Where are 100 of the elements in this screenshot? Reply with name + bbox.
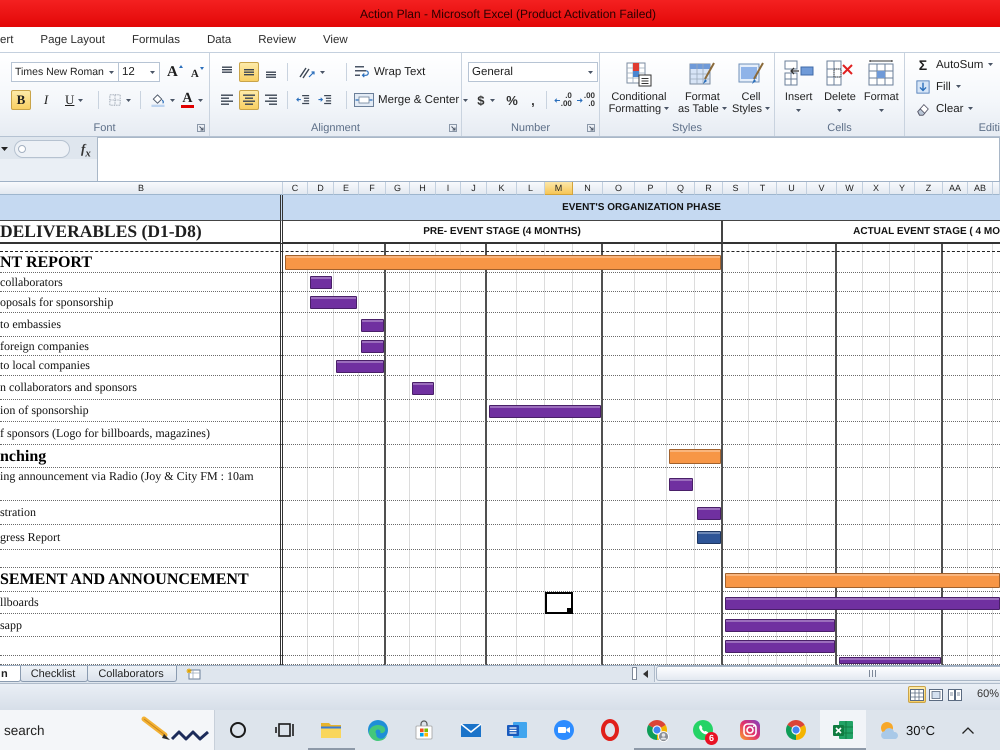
column-header[interactable]: R	[695, 182, 723, 195]
column-header[interactable]: N	[573, 182, 603, 195]
grip-icon	[869, 670, 876, 677]
grid-cross-icon	[824, 59, 855, 87]
underline-button[interactable]: U	[61, 90, 88, 110]
align-middle-button[interactable]	[239, 62, 259, 82]
clear-button[interactable]: Clear	[912, 99, 976, 118]
new-sheet-icon[interactable]	[186, 668, 202, 680]
normal-view-button[interactable]	[908, 686, 926, 703]
group-label: Number	[510, 122, 550, 134]
search-field[interactable]: search	[0, 710, 215, 750]
column-header[interactable]: U	[777, 182, 807, 195]
menu-tab[interactable]: Page Layout	[26, 27, 119, 52]
menu-tab[interactable]: Formulas	[118, 27, 194, 52]
column-header[interactable]: B	[0, 182, 283, 195]
grow-font-button[interactable]: A	[166, 62, 184, 82]
caret-icon	[722, 107, 727, 110]
delete-cells-button[interactable]: Delete	[820, 56, 860, 118]
merge-center-button[interactable]: Merge & Center	[351, 90, 472, 110]
chevron-up-icon[interactable]	[961, 726, 976, 734]
column-header[interactable]: T	[749, 182, 777, 195]
column-header[interactable]: J	[461, 182, 487, 195]
cell-styles-button[interactable]: Cell Styles	[731, 56, 771, 118]
column-header[interactable]: W	[837, 182, 863, 195]
align-middle-icon	[242, 66, 256, 78]
format-as-table-button[interactable]: Format as Table	[676, 56, 730, 118]
resize-handle[interactable]	[14, 140, 70, 158]
bold-button[interactable]: B	[11, 90, 31, 110]
right-arrow-icon	[576, 98, 583, 102]
camera-icon	[738, 718, 762, 742]
menu-tab[interactable]: ert	[0, 27, 27, 52]
column-header[interactable]: E	[334, 182, 359, 195]
align-center-button[interactable]	[239, 90, 259, 110]
column-header[interactable]: K	[487, 182, 517, 195]
left-arrow-icon	[554, 98, 560, 102]
sheet-tab[interactable]: n	[0, 666, 21, 682]
column-header[interactable]: Z	[915, 182, 943, 195]
caret-icon	[126, 98, 132, 102]
column-header[interactable]: I	[436, 182, 461, 195]
menu-tab[interactable]: Review	[244, 27, 310, 52]
scroll-left-icon[interactable]	[643, 670, 648, 678]
column-header[interactable]: G	[386, 182, 410, 195]
conditional-formatting-button[interactable]: Conditional Formatting	[604, 56, 674, 118]
column-header[interactable]: AB	[968, 182, 993, 195]
sheet-tab[interactable]: Checklist	[20, 666, 88, 682]
shrink-font-button[interactable]: A	[190, 62, 205, 82]
increase-decimal-button[interactable]: .0 .00	[552, 90, 573, 110]
menu-tab[interactable]: Data	[193, 27, 245, 52]
task-name: oposals for sponsorship	[0, 296, 114, 310]
dialog-launcher-icon[interactable]	[197, 124, 205, 132]
caret-icon[interactable]	[1, 147, 8, 151]
menu-tab[interactable]: View	[309, 27, 362, 52]
sheet-tab[interactable]: Collaborators	[87, 666, 177, 682]
wrap-text-button[interactable]: Wrap Text	[351, 62, 428, 82]
indent-left-icon	[296, 94, 310, 106]
active-cell-outline[interactable]	[545, 592, 573, 614]
column-header[interactable]: L	[517, 182, 545, 195]
percent-button[interactable]: %	[504, 90, 520, 110]
currency-button[interactable]: $	[474, 90, 498, 110]
formula-input[interactable]	[97, 137, 1000, 181]
font-name-dropdown[interactable]: Times New Roman	[11, 62, 119, 82]
group-label: Styles	[672, 122, 702, 134]
column-header[interactable]: F	[359, 182, 386, 195]
stage-header: PRE- EVENT STAGE (4 MONTHS)	[283, 221, 723, 244]
font-color-button[interactable]: A	[178, 90, 206, 110]
column-header[interactable]: Y	[890, 182, 915, 195]
column-header[interactable]: O	[603, 182, 635, 195]
format-cells-button[interactable]: Format	[862, 56, 901, 118]
autosum-button[interactable]: Σ AutoSum	[912, 55, 996, 74]
decrease-decimal-button[interactable]: .00 .0	[576, 90, 596, 110]
grid-ruler-icon	[866, 59, 896, 87]
font-size-dropdown[interactable]: 12	[118, 62, 160, 82]
column-header[interactable]: Q	[667, 182, 695, 195]
column-header[interactable]: D	[308, 182, 334, 195]
insert-function-button[interactable]: f$_{x}$	[78, 140, 94, 158]
page-layout-view-button[interactable]	[926, 686, 945, 703]
section-heading: SEMENT AND ANNOUNCEMENT	[0, 571, 249, 589]
column-header[interactable]: P	[635, 182, 667, 195]
column-header[interactable]: C	[283, 182, 308, 195]
column-header[interactable]: X	[863, 182, 890, 195]
wrap-text-icon	[354, 65, 370, 79]
italic-button[interactable]: I	[36, 90, 56, 110]
insert-cells-button[interactable]: Insert	[779, 56, 818, 118]
column-header[interactable]: AA	[943, 182, 968, 195]
taskbar-button[interactable]: 6	[680, 710, 726, 750]
column-header[interactable]: S	[723, 182, 749, 195]
split-handle[interactable]	[632, 667, 637, 680]
number-format-dropdown[interactable]: General	[468, 62, 598, 82]
column-header[interactable]: V	[807, 182, 837, 195]
column-header[interactable]: M	[545, 182, 573, 195]
dialog-launcher-icon[interactable]	[587, 124, 595, 132]
weather-button[interactable]: 30°C	[866, 710, 940, 750]
paint-bucket-icon	[150, 93, 166, 107]
fill-button[interactable]: Fill	[912, 77, 964, 96]
zoom-level[interactable]: 60%	[976, 688, 999, 700]
caret-icon	[588, 70, 593, 74]
dialog-launcher-icon[interactable]	[449, 124, 457, 132]
comma-style-button[interactable]: ,	[528, 90, 538, 110]
page-break-view-button[interactable]	[946, 686, 964, 703]
column-header[interactable]: H	[410, 182, 436, 195]
